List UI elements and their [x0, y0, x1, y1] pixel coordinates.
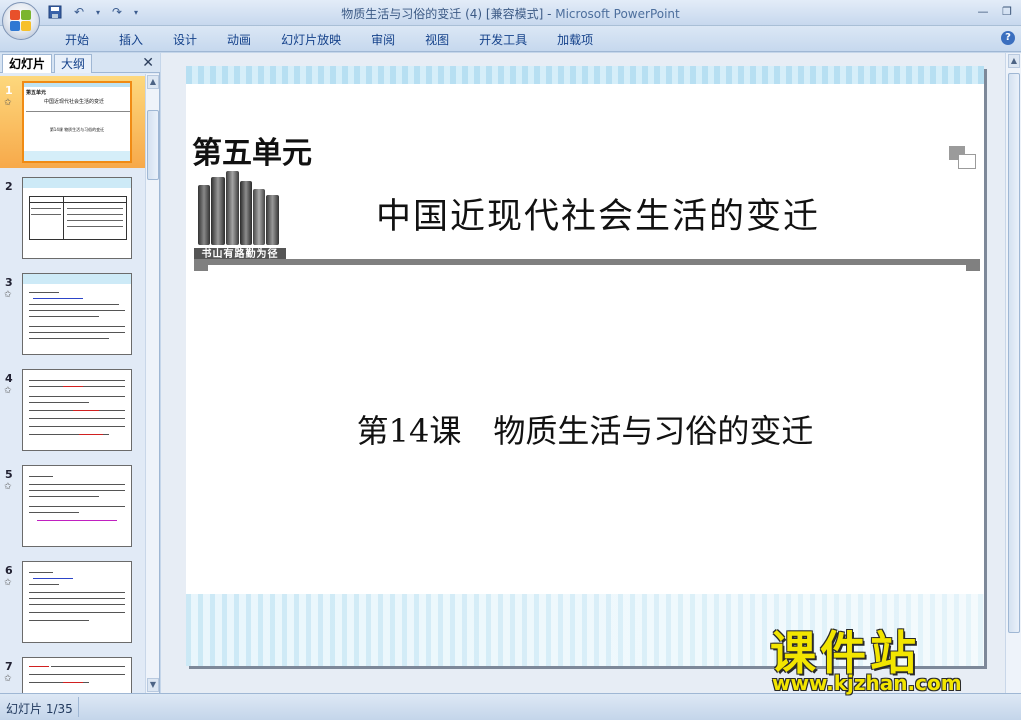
slide-thumbnail-4[interactable]: 4 ✩ [0, 364, 145, 456]
tab-home[interactable]: 开始 [50, 31, 104, 49]
slide-thumbnail-1[interactable]: 1 ✩ 第五单元 中国近现代社会生活的变迁 第14课 物质生活与习俗的变迁 [0, 76, 145, 168]
tab-insert[interactable]: 插入 [104, 31, 158, 49]
slide-top-band [186, 66, 984, 84]
window-title: 物质生活与习俗的变迁 (4) [兼容模式] - Microsoft PowerP… [0, 5, 1021, 22]
divider-cap-right [966, 259, 980, 271]
ribbon: 开始 插入 设计 动画 幻灯片放映 审阅 视图 开发工具 加载项 ? [0, 26, 1021, 52]
status-separator [78, 697, 79, 717]
thumbnail-number: 4 [5, 372, 13, 385]
thumb-unit-text: 第五单元 [26, 90, 47, 96]
ribbon-tabs: 开始 插入 设计 动画 幻灯片放映 审阅 视图 开发工具 加载项 [50, 31, 608, 49]
thumbnail-preview [22, 465, 132, 547]
status-bar: 幻灯片 1/35 [0, 693, 1021, 720]
thumbnail-number: 5 [5, 468, 13, 481]
window-controls: — ❐ [973, 3, 1017, 19]
animation-star-icon: ✩ [4, 290, 12, 300]
thumbnail-number: 2 [5, 180, 13, 193]
tab-design[interactable]: 设计 [158, 31, 212, 49]
overlap-squares-icon [949, 146, 979, 170]
slide-counter: 幻灯片 1/35 [6, 702, 73, 716]
slide-thumbnail-6[interactable]: 6 ✩ [0, 556, 145, 648]
powerpoint-window: ↶ ▾ ↷ ▾ 物质生活与习俗的变迁 (4) [兼容模式] - Microsof… [0, 0, 1021, 720]
thumbnail-preview [22, 657, 132, 693]
scroll-down-icon[interactable]: ▼ [147, 678, 159, 692]
slide-editor: 第五单元 书山有路勤为径 中国近现代社会生活的变迁 第14课 物质生活与习俗的变… [161, 53, 1021, 693]
slides-panel: 幻灯片 大纲 ✕ 1 ✩ 第五单元 中国近现代社会生活的变迁 第14课 物质生活… [0, 53, 160, 693]
scroll-up-icon[interactable]: ▲ [147, 75, 159, 89]
thumb-lesson-text: 第14课 物质生活与习俗的变迁 [49, 127, 105, 132]
divider-cap-left [194, 259, 208, 271]
title-divider [194, 259, 980, 265]
thumb-title-text: 中国近现代社会生活的变迁 [44, 99, 105, 105]
slide-thumbnail-5[interactable]: 5 ✩ [0, 460, 145, 552]
thumbnail-preview [22, 369, 132, 451]
animation-star-icon: ✩ [4, 578, 12, 588]
application-name: Microsoft PowerPoint [555, 7, 680, 21]
slide-thumbnails: 1 ✩ 第五单元 中国近现代社会生活的变迁 第14课 物质生活与习俗的变迁 2 [0, 74, 145, 693]
tab-slides[interactable]: 幻灯片 [2, 54, 53, 73]
minimize-icon[interactable]: — [973, 3, 993, 19]
scroll-thumb[interactable] [147, 110, 159, 180]
slide-thumbnail-3[interactable]: 3 ✩ [0, 268, 145, 360]
thumbnail-number: 6 [5, 564, 13, 577]
title-bar: ↶ ▾ ↷ ▾ 物质生活与习俗的变迁 (4) [兼容模式] - Microsof… [0, 0, 1021, 26]
help-icon[interactable]: ? [1001, 31, 1015, 45]
tab-animations[interactable]: 动画 [212, 31, 266, 49]
thumbnails-scrollbar[interactable]: ▲ ▼ [145, 74, 159, 693]
thumbnail-preview: 第五单元 中国近现代社会生活的变迁 第14课 物质生活与习俗的变迁 [22, 81, 132, 163]
editor-vertical-scrollbar[interactable]: ▲ [1005, 53, 1021, 693]
slide-thumbnail-7[interactable]: 7 ✩ [0, 652, 145, 693]
document-name: 物质生活与习俗的变迁 (4) [兼容模式] [341, 7, 544, 21]
animation-star-icon: ✩ [4, 98, 12, 108]
watermark-url: www.kjzhan.com [772, 671, 962, 695]
tab-add-ins[interactable]: 加载项 [542, 31, 608, 49]
tab-developer[interactable]: 开发工具 [464, 31, 542, 49]
tab-review[interactable]: 审阅 [356, 31, 410, 49]
unit-title[interactable]: 第五单元 [192, 128, 312, 172]
thumbnail-preview [22, 177, 132, 259]
tab-slide-show[interactable]: 幻灯片放映 [266, 31, 356, 49]
thumbnail-number: 7 [5, 660, 13, 673]
thumbnail-preview [22, 561, 132, 643]
thumbnail-preview [22, 273, 132, 355]
office-logo-icon [10, 10, 32, 32]
animation-star-icon: ✩ [4, 386, 12, 396]
scroll-up-icon[interactable]: ▲ [1008, 54, 1020, 68]
tab-outline[interactable]: 大纲 [54, 54, 93, 73]
panel-tabs: 幻灯片 大纲 ✕ [0, 53, 160, 73]
thumbnail-number: 1 [5, 84, 13, 97]
tab-view[interactable]: 视图 [410, 31, 464, 49]
close-icon[interactable]: ✕ [142, 55, 154, 71]
animation-star-icon: ✩ [4, 674, 12, 684]
editor-scroll-thumb[interactable] [1008, 73, 1020, 633]
site-watermark: 课件站 www.kjzhan.com [770, 617, 1010, 697]
animation-star-icon: ✩ [4, 482, 12, 492]
slide-thumbnail-2[interactable]: 2 [0, 172, 145, 264]
books-image [194, 171, 284, 253]
title-separator: - [543, 7, 556, 21]
lesson-title[interactable]: 第14课 物质生活与习俗的变迁 [186, 406, 984, 452]
current-slide[interactable]: 第五单元 书山有路勤为径 中国近现代社会生活的变迁 第14课 物质生活与习俗的变… [186, 66, 984, 666]
thumbnail-number: 3 [5, 276, 13, 289]
restore-icon[interactable]: ❐ [997, 3, 1017, 19]
slide-main-title[interactable]: 中国近现代社会生活的变迁 [376, 188, 820, 239]
office-button[interactable] [2, 2, 40, 40]
